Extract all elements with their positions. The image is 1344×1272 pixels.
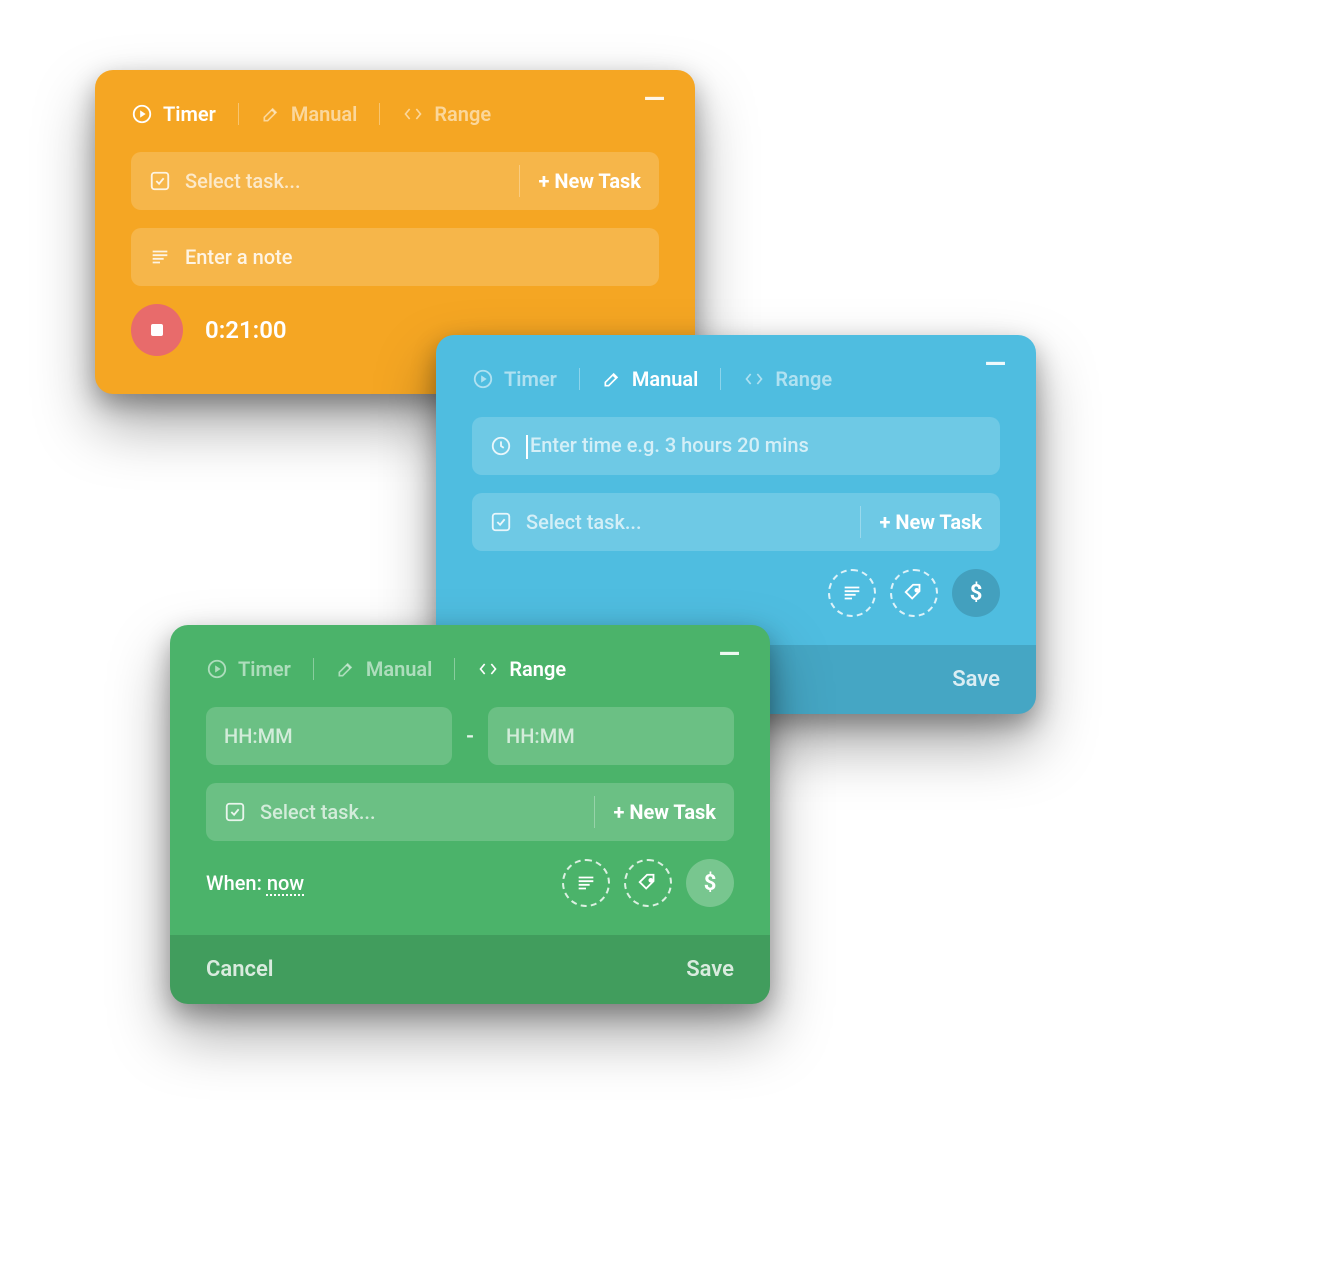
tab-separator: [313, 658, 314, 680]
tab-separator: [238, 103, 239, 125]
card-footer: Cancel Save: [170, 935, 770, 1004]
time-input-field[interactable]: Enter time e.g. 3 hours 20 mins: [472, 417, 1000, 475]
edit-icon: [336, 659, 356, 679]
range-arrows-icon: [477, 659, 499, 679]
tab-label: Manual: [632, 367, 699, 391]
select-task-placeholder: Select task...: [260, 800, 576, 824]
tab-label: Range: [434, 102, 491, 126]
tab-range[interactable]: Range: [477, 657, 566, 681]
tag-button[interactable]: [890, 569, 938, 617]
action-icons: $: [562, 859, 734, 907]
range-arrows-icon: [743, 369, 765, 389]
end-time-input[interactable]: HH:MM: [488, 707, 734, 765]
note-lines-icon: [575, 872, 597, 894]
tab-manual[interactable]: Manual: [602, 367, 699, 391]
tab-manual[interactable]: Manual: [336, 657, 433, 681]
tab-label: Timer: [504, 367, 557, 391]
note-lines-icon: [149, 246, 171, 268]
hhmm-placeholder: HH:MM: [506, 724, 575, 748]
dollar-icon: $: [704, 871, 717, 896]
tab-label: Timer: [163, 102, 216, 126]
minimize-button[interactable]: —: [719, 649, 740, 659]
tab-label: Range: [509, 657, 566, 681]
tab-separator: [579, 368, 580, 390]
new-task-button[interactable]: + New Task: [879, 510, 982, 534]
field-divider: [519, 165, 520, 197]
new-task-button[interactable]: + New Task: [613, 800, 716, 824]
tab-separator: [720, 368, 721, 390]
card-body: Timer Manual Range HH:MM -: [170, 625, 770, 935]
mode-tabs: Timer Manual Range: [206, 657, 734, 681]
select-task-field[interactable]: Select task... + New Task: [131, 152, 659, 210]
range-separator: -: [466, 724, 474, 749]
card-body: Timer Manual Range Enter time e.g. 3: [436, 335, 1036, 645]
cancel-button[interactable]: Cancel: [206, 957, 274, 982]
range-arrows-icon: [402, 104, 424, 124]
tab-separator: [379, 103, 380, 125]
tab-label: Timer: [238, 657, 291, 681]
time-range-row: HH:MM - HH:MM: [206, 707, 734, 765]
billable-button[interactable]: $: [686, 859, 734, 907]
stop-icon: [151, 324, 163, 336]
tab-range[interactable]: Range: [743, 367, 832, 391]
time-placeholder: Enter time e.g. 3 hours 20 mins: [526, 433, 982, 459]
select-task-field[interactable]: Select task... + New Task: [206, 783, 734, 841]
play-circle-icon: [472, 368, 494, 390]
tab-timer[interactable]: Timer: [472, 367, 557, 391]
tab-timer[interactable]: Timer: [206, 657, 291, 681]
select-task-placeholder: Select task...: [185, 169, 501, 193]
bottom-row: When: now $: [206, 859, 734, 907]
tag-icon: [637, 872, 659, 894]
tab-manual[interactable]: Manual: [261, 102, 358, 126]
when-value[interactable]: now: [267, 871, 304, 895]
tab-separator: [454, 658, 455, 680]
range-card: — Timer Manual Range: [170, 625, 770, 1004]
elapsed-time: 0:21:00: [205, 316, 287, 344]
tab-label: Manual: [366, 657, 433, 681]
save-button[interactable]: Save: [686, 957, 734, 982]
note-placeholder: Enter a note: [185, 245, 641, 269]
dollar-icon: $: [970, 581, 983, 606]
field-divider: [860, 506, 861, 538]
mode-tabs: Timer Manual Range: [472, 367, 1000, 391]
edit-icon: [261, 104, 281, 124]
tab-label: Manual: [291, 102, 358, 126]
tag-icon: [903, 582, 925, 604]
task-check-icon: [224, 801, 246, 823]
note-lines-icon: [841, 582, 863, 604]
stop-button[interactable]: [131, 304, 183, 356]
note-button[interactable]: [562, 859, 610, 907]
task-check-icon: [149, 170, 171, 192]
billable-button[interactable]: $: [952, 569, 1000, 617]
mode-tabs: Timer Manual Range: [131, 102, 659, 126]
minimize-button[interactable]: —: [985, 359, 1006, 369]
play-circle-icon: [131, 103, 153, 125]
when-label: When:: [206, 871, 262, 895]
when-label-group: When: now: [206, 871, 304, 895]
minimize-button[interactable]: —: [644, 94, 665, 104]
start-time-input[interactable]: HH:MM: [206, 707, 452, 765]
text-cursor: [526, 435, 528, 459]
tab-range[interactable]: Range: [402, 102, 491, 126]
clock-icon: [490, 435, 512, 457]
field-divider: [594, 796, 595, 828]
edit-icon: [602, 369, 622, 389]
tab-timer[interactable]: Timer: [131, 102, 216, 126]
note-field[interactable]: Enter a note: [131, 228, 659, 286]
note-button[interactable]: [828, 569, 876, 617]
play-circle-icon: [206, 658, 228, 680]
hhmm-placeholder: HH:MM: [224, 724, 293, 748]
new-task-button[interactable]: + New Task: [538, 169, 641, 193]
action-icons: $: [828, 569, 1000, 617]
tab-label: Range: [775, 367, 832, 391]
select-task-placeholder: Select task...: [526, 510, 842, 534]
tag-button[interactable]: [624, 859, 672, 907]
task-check-icon: [490, 511, 512, 533]
bottom-row: $: [472, 569, 1000, 617]
select-task-field[interactable]: Select task... + New Task: [472, 493, 1000, 551]
save-button[interactable]: Save: [952, 667, 1000, 692]
